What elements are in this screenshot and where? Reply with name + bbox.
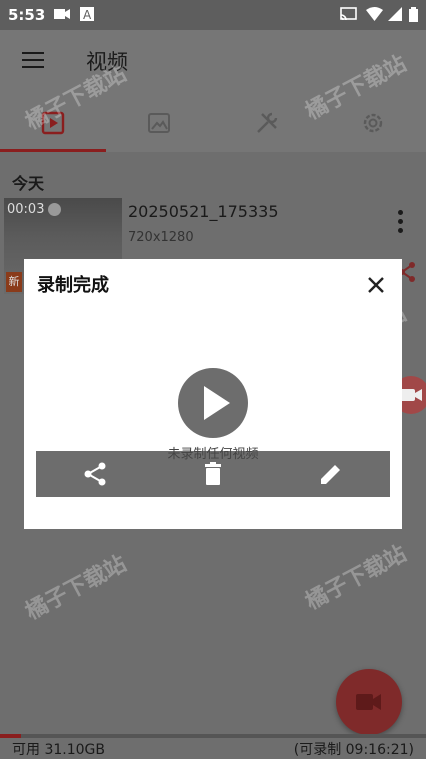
wifi-icon xyxy=(366,7,383,21)
empty-video-text: 未录制任何视频 xyxy=(167,447,259,462)
play-button[interactable] xyxy=(178,368,248,438)
delete-icon[interactable] xyxy=(200,461,226,487)
battery-icon xyxy=(409,7,418,22)
record-fab-button[interactable] xyxy=(336,669,402,735)
record-time-remaining: (可录制 09:16:21) xyxy=(293,742,414,758)
app-bar: 视频 xyxy=(0,30,426,94)
page-title: 视频 xyxy=(86,50,128,74)
video-tab-icon[interactable] xyxy=(40,110,66,136)
cast-icon xyxy=(340,7,357,21)
text-a-icon: A xyxy=(80,7,94,21)
play-small-icon xyxy=(48,203,61,216)
video-camera-icon xyxy=(400,389,422,401)
new-badge: 新 xyxy=(6,272,22,292)
footer-bar: 可用 31.10GB (可录制 09:16:21) xyxy=(0,738,426,759)
tab-bar xyxy=(0,94,426,152)
video-camera-icon xyxy=(356,694,381,710)
available-storage: 可用 31.10GB xyxy=(12,742,105,758)
share-icon[interactable] xyxy=(82,461,108,487)
close-icon[interactable] xyxy=(364,273,388,297)
hamburger-menu-icon[interactable] xyxy=(22,52,44,70)
section-label: 今天 xyxy=(12,174,45,193)
play-icon xyxy=(204,386,230,420)
more-options-icon[interactable] xyxy=(398,210,404,237)
svg-text:A: A xyxy=(83,8,92,21)
tools-tab-icon[interactable] xyxy=(254,110,280,136)
image-tab-icon[interactable] xyxy=(146,110,172,136)
edit-icon[interactable] xyxy=(318,461,344,487)
gear-icon[interactable] xyxy=(360,110,386,136)
video-name: 20250521_175335 xyxy=(128,202,279,221)
signal-icon xyxy=(388,7,402,21)
status-bar: 5:53 A xyxy=(0,0,426,30)
video-resolution: 720x1280 xyxy=(128,230,194,245)
video-duration: 00:03 xyxy=(7,202,45,217)
record-complete-dialog: 录制完成 未录制任何视频 xyxy=(24,259,402,529)
video-camera-icon xyxy=(54,9,70,19)
status-time: 5:53 xyxy=(8,6,46,24)
dialog-title: 录制完成 xyxy=(37,275,109,296)
